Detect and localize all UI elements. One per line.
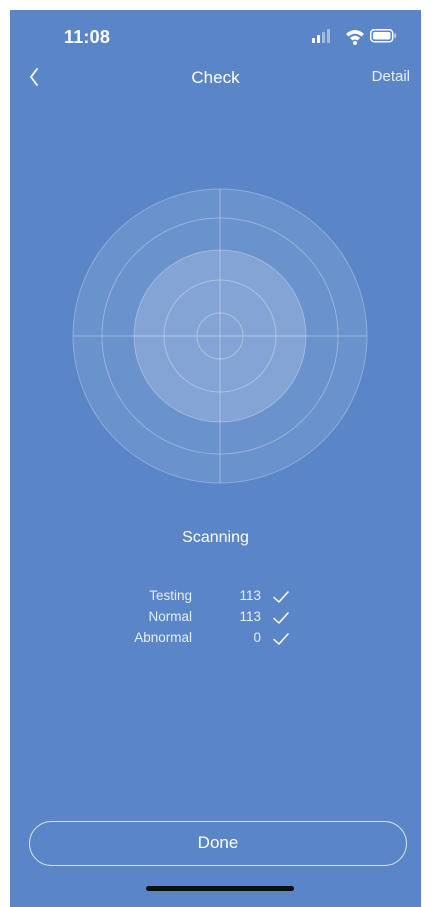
cellular-signal-icon: [312, 29, 330, 43]
stat-row-normal: Normal 113: [10, 609, 421, 631]
phone-screen: 11:08 Check Detail Scanning Testing 113 …: [10, 10, 421, 907]
home-indicator[interactable]: [146, 886, 294, 891]
stat-row-abnormal: Abnormal 0: [10, 630, 421, 652]
stat-label: Normal: [148, 609, 192, 624]
battery-icon: [370, 29, 397, 43]
detail-button[interactable]: Detail: [372, 68, 410, 85]
status-icons: [312, 29, 397, 45]
status-bar: 11:08: [10, 10, 421, 60]
radar-scan-graphic: [72, 188, 368, 484]
stat-value: 113: [239, 609, 261, 624]
stat-label: Testing: [149, 588, 192, 603]
stat-label: Abnormal: [134, 630, 192, 645]
checkmark-icon: [273, 591, 289, 603]
navigation-bar: Check Detail: [10, 60, 421, 100]
scan-status: Scanning: [182, 529, 249, 546]
checkmark-icon: [273, 633, 289, 645]
stat-value: 113: [239, 588, 261, 603]
stat-value: 0: [253, 630, 261, 645]
done-button[interactable]: Done: [29, 821, 407, 866]
page-title: Check: [191, 68, 240, 87]
checkmark-icon: [273, 612, 289, 624]
status-time: 11:08: [64, 27, 111, 47]
stat-row-testing: Testing 113: [10, 588, 421, 610]
wifi-icon: [346, 30, 364, 45]
